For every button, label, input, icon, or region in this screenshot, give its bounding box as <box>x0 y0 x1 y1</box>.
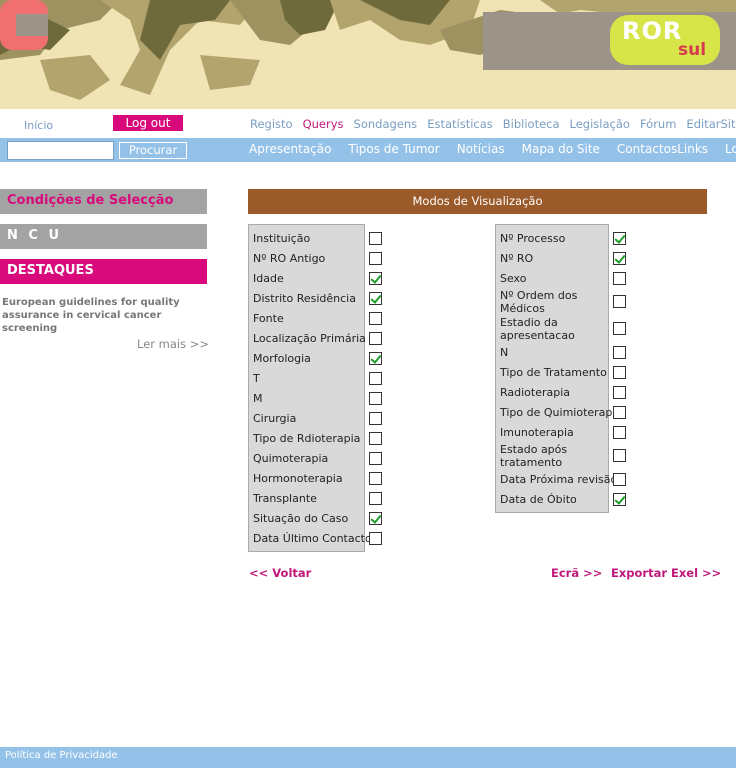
option-checkbox[interactable] <box>369 332 382 345</box>
option-checkbox[interactable] <box>613 252 626 265</box>
option-checkbox[interactable] <box>613 493 626 506</box>
option-checkbox[interactable] <box>613 386 626 399</box>
option-label: Imunoterapia <box>500 426 574 439</box>
export-excel-link[interactable]: Exportar Exel >> <box>611 566 721 580</box>
option-label: Idade <box>253 272 284 285</box>
option-label: N <box>500 346 509 359</box>
option-checkbox[interactable] <box>369 412 382 425</box>
privacy-policy-link[interactable]: Política de Privacidade <box>5 750 118 761</box>
subnav-mapa-do-site[interactable]: Mapa do Site <box>522 142 600 156</box>
option-label: Fonte <box>253 312 284 325</box>
option-checkbox[interactable] <box>369 272 382 285</box>
subnav-loja[interactable]: Loja <box>725 142 736 156</box>
option-label: Data Próxima revisão <box>500 473 618 486</box>
option-label: Quimoterapia <box>253 452 329 465</box>
sidebar-selection-conditions[interactable]: Condições de Selecção <box>0 189 207 214</box>
footer-bar: Política de Privacidade <box>0 747 736 768</box>
option-checkbox[interactable] <box>369 532 382 545</box>
option-checkbox[interactable] <box>369 292 382 305</box>
top-navigation: Registo Querys Sondagens Estatísticas Bi… <box>250 117 736 131</box>
option-label: Cirurgia <box>253 412 297 425</box>
option-label: Instituição <box>253 232 311 245</box>
option-label: M <box>253 392 263 405</box>
option-checkbox[interactable] <box>613 232 626 245</box>
option-label: Transplante <box>253 492 317 505</box>
nav-forum[interactable]: Fórum <box>640 117 676 131</box>
option-checkbox[interactable] <box>369 352 382 365</box>
option-checkbox[interactable] <box>613 346 626 359</box>
nav-inicio-link[interactable]: Início <box>24 119 53 132</box>
search-button[interactable]: Procurar <box>119 142 187 159</box>
nav-querys[interactable]: Querys <box>303 117 344 131</box>
option-checkbox[interactable] <box>369 472 382 485</box>
nav-estatisticas[interactable]: Estatísticas <box>427 117 493 131</box>
c-logo-icon <box>0 0 48 50</box>
back-link[interactable]: << Voltar <box>249 566 311 580</box>
option-checkbox[interactable] <box>613 449 626 462</box>
subnav-tipos-de-tumor[interactable]: Tipos de Tumor <box>348 142 439 156</box>
option-checkbox[interactable] <box>613 473 626 486</box>
option-label: Estado após tratamento <box>500 443 568 469</box>
nav-biblioteca[interactable]: Biblioteca <box>503 117 560 131</box>
option-checkbox[interactable] <box>369 452 382 465</box>
subnav-apresentacao[interactable]: Apresentação <box>249 142 331 156</box>
ror-sul-logo: ROR sul <box>610 15 720 65</box>
option-label: Nº RO <box>500 252 534 265</box>
option-label: Nº RO Antigo <box>253 252 326 265</box>
sidebar-highlights-heading: DESTAQUES <box>0 259 207 284</box>
nav-registo[interactable]: Registo <box>250 117 293 131</box>
option-label: T <box>253 372 260 385</box>
subnav-noticias[interactable]: Notícias <box>457 142 505 156</box>
option-checkbox[interactable] <box>613 295 626 308</box>
nav-editarsite[interactable]: EditarSite <box>686 117 736 131</box>
option-checkbox[interactable] <box>613 366 626 379</box>
option-checkbox[interactable] <box>369 372 382 385</box>
option-label: Tipo de Quimioterapia <box>500 406 623 419</box>
option-checkbox[interactable] <box>613 272 626 285</box>
logo-sul-text: sul <box>678 40 707 60</box>
highlight-news-title[interactable]: European guidelines for quality assuranc… <box>2 296 212 335</box>
sidebar-ncu[interactable]: N C U <box>0 224 207 249</box>
sub-navigation: Apresentação Tipos de Tumor Notícias Map… <box>249 142 736 156</box>
option-label: Radioterapia <box>500 386 571 399</box>
option-checkbox[interactable] <box>369 312 382 325</box>
option-checkbox[interactable] <box>369 252 382 265</box>
option-checkbox[interactable] <box>613 426 626 439</box>
subnav-contactos-links[interactable]: ContactosLinks <box>617 142 708 156</box>
option-label: Distrito Residência <box>253 292 356 305</box>
screen-link[interactable]: Ecrã >> <box>551 566 602 580</box>
option-label: Hormonoterapia <box>253 472 343 485</box>
option-checkbox[interactable] <box>613 322 626 335</box>
option-label: Estadio da apresentacao <box>500 316 575 342</box>
nav-sondagens[interactable]: Sondagens <box>354 117 418 131</box>
header-banner: ROR sul <box>0 0 736 109</box>
nav-legislacao[interactable]: Legislação <box>570 117 630 131</box>
option-label: Localização Primária <box>253 332 366 345</box>
option-label: Nº Processo <box>500 232 566 245</box>
option-label: Data Último Contacto <box>253 532 372 545</box>
option-label: Nº Ordem dos Médicos <box>500 289 578 315</box>
visualization-modes-header: Modos de Visualização <box>248 189 707 214</box>
option-label: Morfologia <box>253 352 311 365</box>
option-label: Tipo de Tratamento <box>500 366 607 379</box>
option-checkbox[interactable] <box>369 432 382 445</box>
option-label: Sexo <box>500 272 527 285</box>
search-input[interactable] <box>7 141 114 160</box>
option-label: Data de Óbito <box>500 493 577 506</box>
logout-button[interactable]: Log out <box>113 115 183 131</box>
option-label: Situação do Caso <box>253 512 349 525</box>
option-checkbox[interactable] <box>369 392 382 405</box>
read-more-link[interactable]: Ler mais >> <box>137 337 209 351</box>
option-checkbox[interactable] <box>613 406 626 419</box>
option-checkbox[interactable] <box>369 492 382 505</box>
option-checkbox[interactable] <box>369 232 382 245</box>
option-label: Tipo de Rdioterapia <box>253 432 361 445</box>
logo-ror-text: ROR <box>622 17 683 45</box>
option-checkbox[interactable] <box>369 512 382 525</box>
